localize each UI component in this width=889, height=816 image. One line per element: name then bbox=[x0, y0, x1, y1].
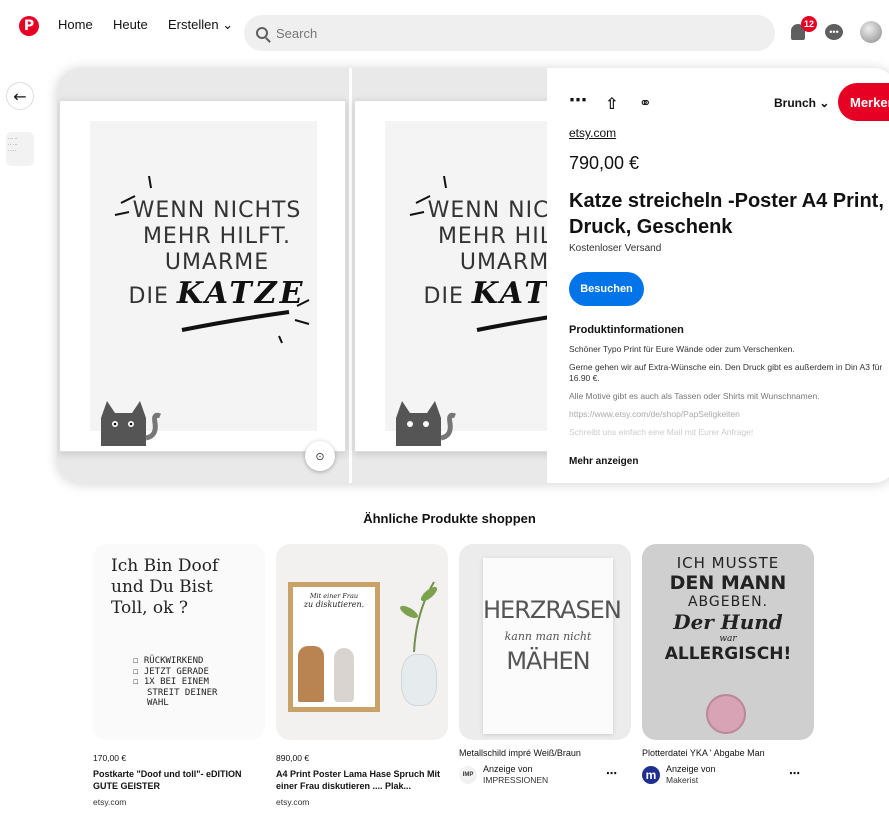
search-input[interactable] bbox=[276, 25, 726, 41]
product-name[interactable]: Postkarte "Doof und toll"- eDITION GUTE … bbox=[93, 768, 265, 792]
product-price: 890,00 € bbox=[276, 753, 310, 763]
poster-image: WENN NICHTS MEHR HILFT. UMARME DIE KATZE bbox=[57, 68, 349, 483]
save-button[interactable]: Merken bbox=[838, 83, 889, 121]
product-card[interactable]: ICH MUSSTE DEN MANN ABGEBEN. Der Hund wa… bbox=[642, 544, 814, 786]
search-icon bbox=[256, 27, 268, 39]
product-info-heading: Produktinformationen bbox=[569, 324, 684, 336]
product-site: etsy.com bbox=[276, 797, 310, 807]
avatar[interactable] bbox=[860, 21, 882, 43]
pin-title: Katze streicheln -Poster A4 Print, Druck… bbox=[569, 190, 884, 238]
pin-card: WENN NICHTS MEHR HILFT. UMARME DIE KATZE bbox=[57, 68, 889, 483]
back-arrow-icon[interactable]: ← bbox=[6, 82, 34, 110]
product-name[interactable]: Plotterdatei YKA ' Abgabe Man bbox=[642, 748, 814, 758]
more-options-icon[interactable]: ⋯ bbox=[606, 767, 617, 780]
messages-icon[interactable]: ••• bbox=[825, 24, 843, 40]
pin-details: ⋯ ⇧ ⚭ Brunch ⌄ Merken etsy.com 790,00 € … bbox=[547, 68, 889, 483]
product-image[interactable]: Ich Bin Doof und Du Bist Toll, ok ? ☐ Rü… bbox=[93, 544, 265, 740]
product-site: etsy.com bbox=[93, 797, 127, 807]
nav-heute[interactable]: Heute bbox=[113, 17, 148, 32]
advertiser-logo: IMP bbox=[459, 766, 477, 784]
nav-erstellen[interactable]: Erstellen ⌄ bbox=[168, 17, 233, 33]
advertiser-name[interactable]: IMPRESSIONEN bbox=[483, 775, 548, 786]
more-options-icon[interactable]: ⋯ bbox=[569, 90, 587, 111]
search-bar[interactable] bbox=[244, 15, 775, 51]
pinterest-logo-icon[interactable]: P bbox=[19, 16, 39, 36]
product-image[interactable]: Mit einer Frau zu diskutieren. bbox=[276, 544, 448, 740]
source-link[interactable]: etsy.com bbox=[569, 126, 616, 140]
pin-image[interactable]: WENN NICHTS MEHR HILFT. UMARME DIE KATZE bbox=[57, 68, 644, 483]
ad-attribution: IMP Anzeige von IMPRESSIONEN ⋯ bbox=[459, 764, 631, 786]
product-image[interactable]: HERZRASEN kann man nicht MÄHEN bbox=[459, 544, 631, 740]
show-more-link[interactable]: Mehr anzeigen bbox=[569, 456, 638, 467]
notification-badge: 12 bbox=[801, 16, 818, 32]
pin-price: 790,00 € bbox=[569, 153, 640, 173]
board-selector[interactable]: Brunch ⌄ bbox=[774, 96, 829, 110]
ad-attribution: m Anzeige von Makerist ⋯ bbox=[642, 764, 814, 786]
more-options-icon[interactable]: ⋯ bbox=[789, 767, 800, 780]
product-image[interactable]: ICH MUSSTE DEN MANN ABGEBEN. Der Hund wa… bbox=[642, 544, 814, 740]
product-description: Schöner Typo Print für Eure Wände oder z… bbox=[569, 344, 883, 437]
advertiser-name[interactable]: Makerist bbox=[666, 775, 716, 786]
product-card[interactable]: Mit einer Frau zu diskutieren. 890,00 € … bbox=[276, 544, 448, 807]
product-name[interactable]: A4 Print Poster Lama Hase Spruch Mit ein… bbox=[276, 768, 448, 792]
product-name[interactable]: Metallschild impré Weiß/Braun bbox=[459, 748, 631, 758]
product-price: 170,00 € bbox=[93, 753, 127, 763]
advertiser-logo: m bbox=[642, 766, 660, 784]
visit-button[interactable]: Besuchen bbox=[569, 272, 644, 306]
share-icon[interactable]: ⇧ bbox=[605, 94, 618, 113]
shipping-info: Kostenloser Versand bbox=[569, 243, 662, 254]
thumbnail-preview[interactable]: ··· ·· ·· ··· · ··· bbox=[6, 132, 34, 166]
link-icon[interactable]: ⚭ bbox=[639, 94, 652, 112]
poster-text: WENN NICHTS MEHR HILFT. UMARME DIE KATZE bbox=[128, 198, 306, 311]
nav-home[interactable]: Home bbox=[58, 17, 93, 32]
visual-search-icon[interactable]: ⊙ bbox=[305, 441, 335, 471]
product-card[interactable]: Ich Bin Doof und Du Bist Toll, ok ? ☐ Rü… bbox=[93, 544, 265, 807]
similar-products-title: Ähnliche Produkte shoppen bbox=[363, 511, 536, 526]
product-card[interactable]: HERZRASEN kann man nicht MÄHEN Metallsch… bbox=[459, 544, 631, 786]
